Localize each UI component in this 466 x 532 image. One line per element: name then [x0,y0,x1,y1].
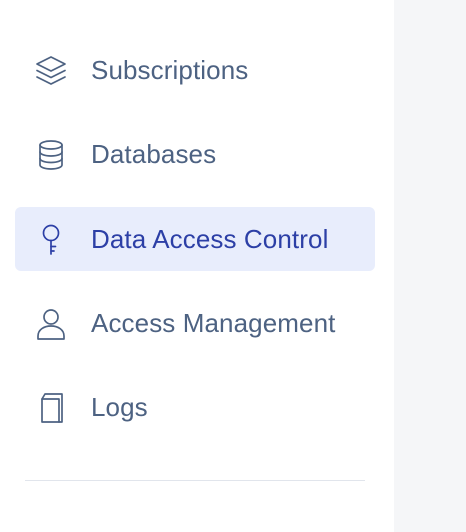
sidebar-item-label: Subscriptions [91,54,249,85]
sidebar-item-label: Data Access Control [91,223,329,254]
user-icon [32,305,70,343]
sidebar-item-subscriptions[interactable]: Subscriptions [15,38,375,102]
sidebar-item-label: Databases [91,138,217,169]
sidebar-item-data-access-control[interactable]: Data Access Control [15,207,375,271]
layers-icon [32,52,70,90]
sidebar-item-databases[interactable]: Databases [15,122,375,186]
divider [25,480,365,481]
key-icon [32,221,70,259]
sidebar-item-logs[interactable]: Logs [15,375,375,439]
sidebar: Subscriptions Databases Data Access Cont… [0,0,394,532]
sidebar-item-label: Logs [91,391,148,422]
main-content-area [394,0,466,532]
sidebar-item-label: Access Management [91,307,336,338]
logs-icon [32,389,70,427]
database-icon [32,136,70,174]
sidebar-item-access-management[interactable]: Access Management [15,291,375,355]
